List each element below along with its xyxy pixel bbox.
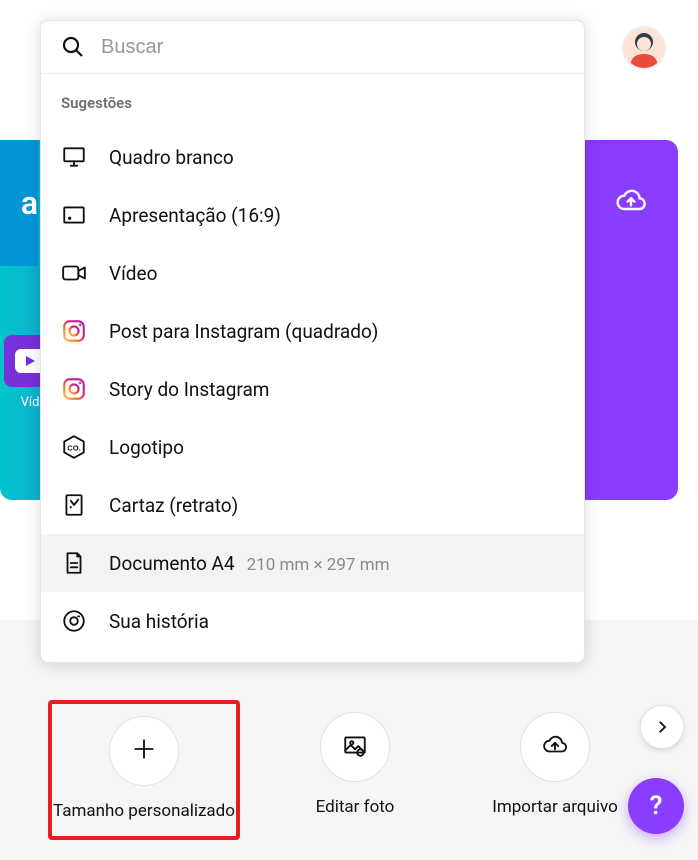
bg-tile-label: Víd (21, 395, 40, 410)
help-label: ? (650, 791, 663, 821)
search-row (41, 21, 584, 74)
scroll-right-button[interactable] (640, 705, 684, 749)
suggestion-item[interactable]: Documento A4 210 mm × 297 mm (41, 534, 584, 592)
action-label: Importar arquivo (492, 796, 618, 820)
svg-text:CO.: CO. (67, 443, 80, 452)
logo-icon: CO. (61, 434, 87, 460)
suggestion-label: Apresentação (16:9) (109, 204, 281, 227)
help-button[interactable]: ? (628, 778, 684, 834)
action-label: Tamanho personalizado (53, 800, 235, 824)
action-plus[interactable]: Tamanho personalizado (48, 700, 240, 840)
suggestion-item[interactable]: Vídeo (41, 244, 584, 302)
plus-icon (131, 736, 157, 766)
action-buttons-row: Tamanho personalizado Editar foto Importar… (48, 700, 640, 840)
suggestion-item[interactable]: Post para Instagram (quadrado) (41, 302, 584, 360)
cloud-upload-button[interactable] (520, 712, 590, 782)
cloud-upload-icon (542, 732, 568, 762)
suggestion-item[interactable]: Story do Instagram (41, 360, 584, 418)
suggestion-item[interactable]: Cartaz (retrato) (41, 476, 584, 534)
action-cloud-upload[interactable]: Importar arquivo (470, 700, 640, 832)
hero-upload-area[interactable] (586, 145, 676, 500)
document-icon (61, 550, 87, 576)
suggestion-label: Post para Instagram (quadrado) (109, 320, 378, 343)
search-icon (61, 35, 85, 59)
chevron-right-icon (653, 718, 671, 736)
search-dropdown: Sugestões Quadro branco Apresentação (16:… (40, 20, 585, 663)
suggestion-label: Sua história (109, 610, 209, 633)
instagram-icon (61, 376, 87, 402)
instagram-icon (61, 318, 87, 344)
photo-icon (342, 732, 368, 762)
presentation-icon (61, 202, 87, 228)
poster-icon (61, 492, 87, 518)
suggestions-header: Sugestões (41, 86, 584, 128)
action-label: Editar foto (316, 796, 395, 820)
suggestion-label: Vídeo (109, 262, 157, 285)
camera-icon (61, 608, 87, 634)
suggestion-item[interactable]: Sua história (41, 592, 584, 650)
suggestion-item[interactable]: CO. Logotipo (41, 418, 584, 476)
search-input[interactable] (101, 36, 564, 59)
plus-button[interactable] (109, 716, 179, 786)
bg-partial-tile-left: a (0, 140, 38, 266)
cloud-upload-icon (615, 185, 647, 217)
suggestion-item[interactable]: Apresentação (16:9) (41, 186, 584, 244)
avatar[interactable] (622, 26, 666, 70)
whiteboard-icon (61, 144, 87, 170)
suggestion-secondary: 210 mm × 297 mm (247, 555, 390, 575)
video-icon (61, 260, 87, 286)
suggestion-label: Quadro branco (109, 146, 234, 169)
suggestion-label: Documento A4 (109, 552, 235, 575)
suggestions-list[interactable]: Sugestões Quadro branco Apresentação (16:… (41, 74, 584, 662)
photo-button[interactable] (320, 712, 390, 782)
suggestion-item[interactable]: Quadro branco (41, 128, 584, 186)
action-photo[interactable]: Editar foto (270, 700, 440, 832)
suggestion-label: Logotipo (109, 436, 184, 459)
suggestion-label: Story do Instagram (109, 378, 269, 401)
suggestion-label: Cartaz (retrato) (109, 494, 238, 517)
